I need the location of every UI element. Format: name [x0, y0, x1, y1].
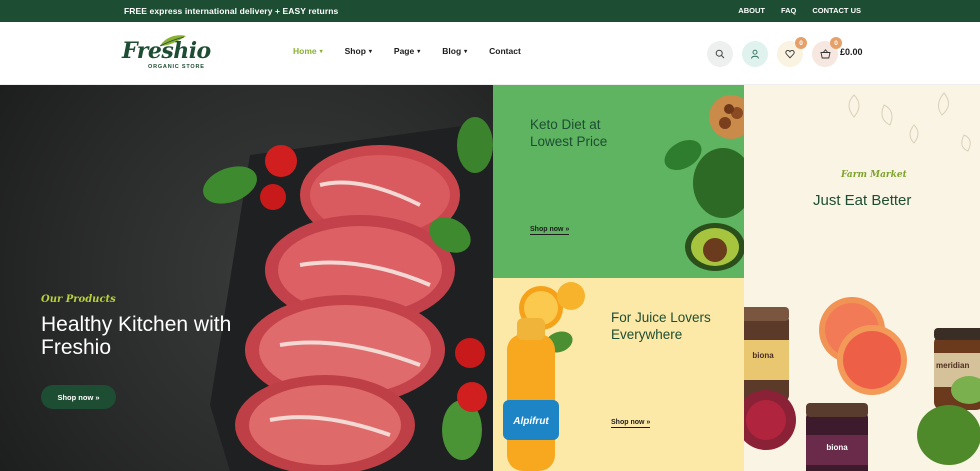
hero-banner: Our Products Healthy Kitchen with Freshi…	[0, 85, 493, 471]
hero-title: Healthy Kitchen with Freshio	[41, 313, 232, 359]
farm-title: Just Eat Better	[813, 192, 912, 209]
jar-label-meridian: meridian	[936, 361, 970, 370]
nav-page-label: Page	[393, 46, 415, 56]
keto-title: Keto Diet at Lowest Price	[530, 117, 608, 149]
keto-promo-tile[interactable]: Keto Diet at Lowest Price Shop now »	[493, 85, 744, 278]
nav-home[interactable]: Home ▾	[293, 46, 323, 56]
chevron-down-icon: ▾	[417, 48, 421, 55]
farm-market-tile[interactable]: biona meridian biona Farm Market Just Ea…	[744, 85, 980, 471]
meat-tomatoes-image	[203, 117, 493, 471]
chevron-down-icon: ▾	[368, 48, 372, 55]
account-button[interactable]	[742, 41, 768, 67]
wishlist-count-badge: 0	[795, 37, 807, 49]
user-icon	[751, 49, 759, 59]
search-icon	[715, 49, 725, 59]
cart-total: £0.00	[840, 47, 863, 57]
jar-label-biona-bottom: biona	[826, 443, 848, 452]
nav-page[interactable]: Page ▾	[394, 46, 420, 56]
nav-blog[interactable]: Blog ▾	[442, 46, 467, 56]
contact-us-link[interactable]: CONTACT US	[812, 6, 861, 15]
keto-shop-now-link[interactable]: Shop now »	[530, 226, 570, 235]
nav-contact[interactable]: Contact	[489, 46, 521, 56]
about-link[interactable]: ABOUT	[738, 6, 765, 15]
wishlist-button[interactable]: 0	[777, 37, 807, 67]
nav-shop[interactable]: Shop ▾	[345, 46, 372, 56]
logo[interactable]: Freshio ORGANIC STORE	[122, 35, 212, 76]
farm-subtitle: Farm Market	[841, 170, 907, 180]
nav-blog-label: Blog	[442, 46, 462, 56]
cart-button[interactable]: 0	[812, 37, 842, 67]
promo-text: FREE express international delivery + EA…	[124, 6, 339, 16]
jar-label-biona-left: biona	[752, 351, 774, 360]
juice-shop-now-link[interactable]: Shop now »	[611, 419, 651, 428]
alpifrut-label: Alpifrut	[513, 416, 549, 427]
hero-subtitle: Our Products	[41, 294, 116, 305]
faq-link[interactable]: FAQ	[781, 6, 796, 15]
heart-icon	[785, 49, 795, 59]
keto-foods-image	[664, 95, 744, 271]
nav-shop-label: Shop	[344, 46, 366, 56]
groceries-image	[744, 297, 980, 471]
search-button[interactable]	[707, 41, 733, 67]
header-actions: 0 0	[707, 37, 842, 67]
juice-promo-tile[interactable]: Alpifrut For Juice Lovers Everywhere Sho…	[493, 278, 744, 471]
top-links: ABOUT FAQ CONTACT US	[738, 6, 861, 15]
nav-home-label: Home	[293, 46, 317, 56]
main-nav: Home ▾ Shop ▾ Page ▾ Blog ▾ Contact	[293, 46, 521, 56]
nav-contact-label: Contact	[489, 46, 521, 56]
logo-tagline: ORGANIC STORE	[148, 64, 205, 70]
hero-shop-now-button[interactable]: Shop now »	[41, 385, 116, 409]
top-bar: FREE express international delivery + EA…	[0, 0, 980, 22]
chevron-down-icon: ▾	[319, 48, 323, 55]
basket-icon	[819, 49, 831, 59]
chevron-down-icon: ▾	[464, 48, 468, 55]
juice-title: For Juice Lovers Everywhere	[611, 310, 711, 342]
site-header: Freshio ORGANIC STORE Home ▾ Shop ▾ Page…	[0, 22, 980, 85]
logo-wordmark: Freshio	[122, 38, 211, 64]
juice-bottle-image	[503, 282, 585, 471]
